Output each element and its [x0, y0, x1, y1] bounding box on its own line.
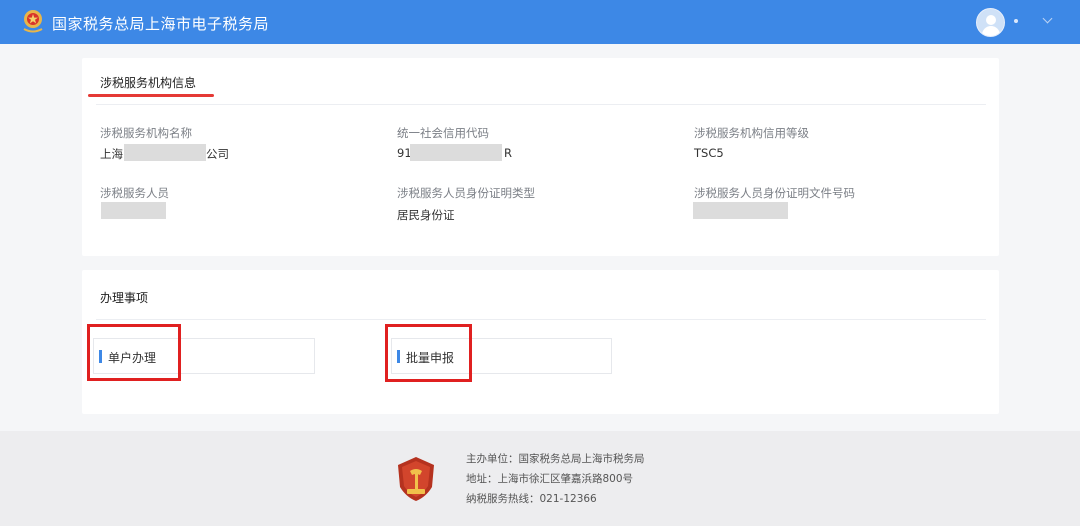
org-name-value-prefix: 上海	[100, 147, 123, 161]
footer-host: 主办单位：国家税务总局上海市税务局	[466, 453, 645, 465]
avatar-body	[982, 26, 1000, 36]
redacted-credit-code	[410, 144, 502, 161]
divider	[96, 319, 986, 320]
redacted-staff-name	[101, 202, 166, 219]
org-name-label: 涉税服务机构名称	[100, 126, 192, 140]
highlight-box-batch-filing	[385, 324, 472, 382]
app-title: 国家税务总局上海市电子税务局	[52, 15, 270, 33]
staff-label: 涉税服务人员	[100, 186, 169, 200]
id-type-label: 涉税服务人员身份证明类型	[397, 186, 535, 200]
divider	[96, 104, 986, 105]
redacted-id-number	[693, 202, 788, 219]
user-avatar-icon[interactable]	[976, 8, 1005, 37]
chevron-down-icon[interactable]	[1042, 13, 1053, 24]
footer-hotline: 纳税服务热线：021-12366	[466, 493, 597, 505]
footer: 主办单位：国家税务总局上海市税务局 地址：上海市徐汇区肇嘉浜路800号 纳税服务…	[0, 431, 1080, 526]
id-type-value: 居民身份证	[397, 208, 455, 222]
title-highlight-underline	[88, 94, 214, 97]
footer-address: 地址：上海市徐汇区肇嘉浜路800号	[466, 473, 634, 485]
tasks-title: 办理事项	[100, 291, 149, 305]
tax-emblem-icon	[23, 10, 43, 33]
tasks-card: 办理事项 单户办理 批量申报	[82, 270, 999, 414]
credit-code-value-suffix: R	[504, 146, 512, 160]
avatar-head	[986, 15, 996, 25]
highlight-box-single-account	[87, 324, 181, 381]
org-info-title: 涉税服务机构信息	[100, 76, 197, 90]
org-info-card: 涉税服务机构信息 涉税服务机构名称 上海 公司 统一社会信用代码 91 R 涉税…	[82, 58, 999, 256]
user-name-placeholder[interactable]	[1014, 19, 1018, 23]
credit-level-value: TSC5	[694, 146, 724, 160]
top-bar: 国家税务总局上海市电子税务局	[0, 0, 1080, 44]
credit-level-label: 涉税服务机构信用等级	[694, 126, 809, 140]
tax-bureau-logo-icon	[398, 457, 434, 501]
credit-code-label: 统一社会信用代码	[397, 126, 489, 140]
org-name-value-suffix: 公司	[206, 147, 229, 161]
id-number-label: 涉税服务人员身份证明文件号码	[694, 186, 855, 200]
redacted-org-name	[124, 144, 206, 161]
